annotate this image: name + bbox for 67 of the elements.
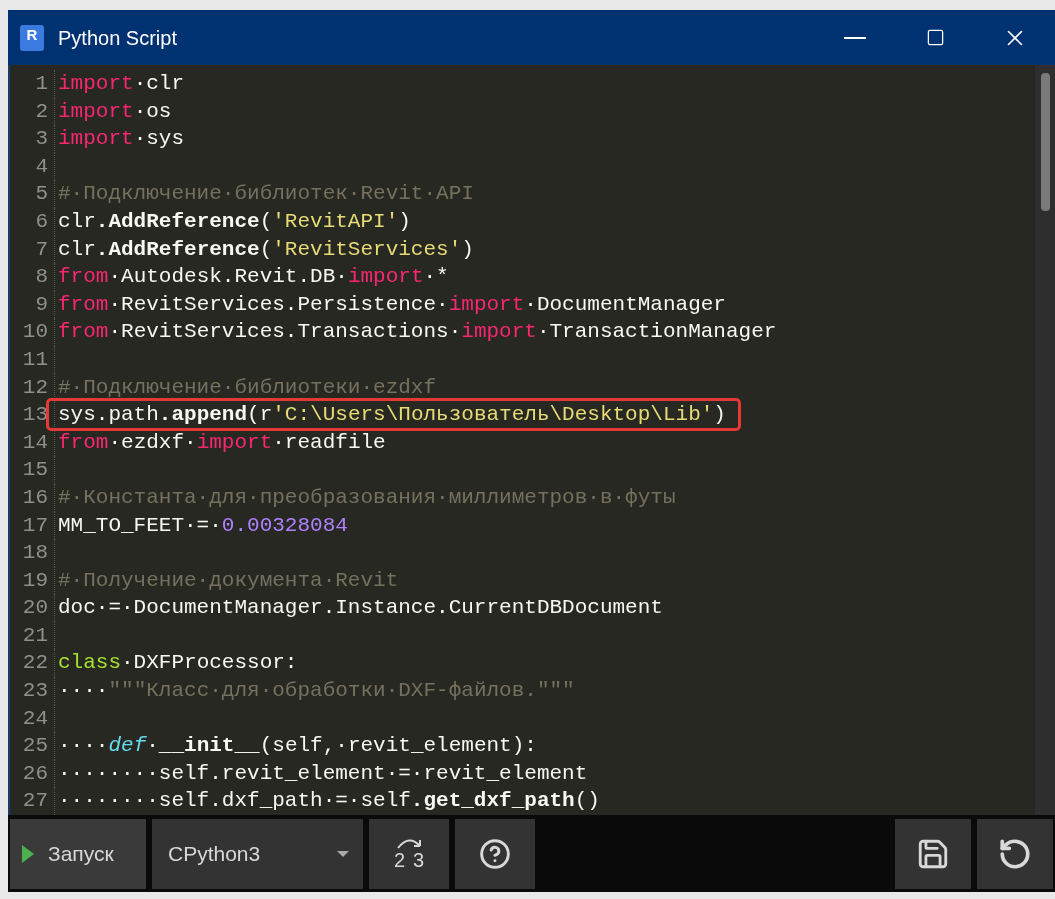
run-button[interactable]: Запуск bbox=[10, 818, 146, 889]
line-number: 26 bbox=[21, 760, 48, 787]
line-number: 1 bbox=[34, 71, 48, 97]
line-number: 27 bbox=[21, 788, 48, 815]
app-icon: R bbox=[20, 24, 44, 51]
code-line: import·sys bbox=[58, 126, 185, 153]
engine-switch-button[interactable]: 2 3 bbox=[369, 818, 449, 889]
line-number: 15 bbox=[21, 457, 48, 484]
play-icon bbox=[22, 844, 34, 863]
scrollbar-thumb[interactable] bbox=[1040, 73, 1050, 211]
line-number: 21 bbox=[21, 622, 48, 649]
code-line: from·ezdxf·import·readfile bbox=[58, 429, 386, 456]
code-line: import·os bbox=[58, 98, 172, 125]
code-line: from·RevitServices.Transactions·import·TransactionManager bbox=[58, 319, 777, 346]
line-number: 8 bbox=[34, 264, 48, 291]
line-number: 10 bbox=[21, 319, 48, 346]
dropdown-arrow-icon bbox=[337, 850, 349, 857]
code-line: MM_TO_FEET·=·0.00328084 bbox=[58, 512, 348, 539]
line-number: 4 bbox=[34, 153, 48, 180]
line-number: 17 bbox=[21, 512, 48, 539]
code-line: import·clr bbox=[58, 71, 185, 97]
version-digit: 2 bbox=[393, 848, 405, 871]
code-line: ····def·__init__(self,·revit_element): bbox=[58, 733, 537, 760]
code-line: doc·=·DocumentManager.Instance.CurrentDBDocument bbox=[58, 595, 663, 622]
code-line: ····"""Класс·для·обработки·DXF-файлов.""" bbox=[58, 678, 575, 705]
line-number: 2 bbox=[34, 98, 48, 125]
save-button[interactable] bbox=[895, 818, 971, 889]
line-number: 14 bbox=[21, 429, 48, 456]
code-line: #·Получение·документа·Revit bbox=[58, 567, 399, 594]
code-line: #·Подключение·библиотек·Revit·API bbox=[58, 181, 474, 208]
line-number: 25 bbox=[21, 733, 48, 760]
line-number: 16 bbox=[21, 484, 48, 511]
line-number: 22 bbox=[21, 650, 48, 677]
reset-icon bbox=[998, 836, 1032, 871]
line-number: 11 bbox=[21, 346, 48, 373]
code-line: from·Autodesk.Revit.DB·import·* bbox=[58, 264, 449, 291]
line-number: 23 bbox=[21, 678, 48, 705]
minimize-icon bbox=[844, 36, 866, 39]
code-line: from·RevitServices.Persistence·import·DocumentManager bbox=[58, 291, 726, 318]
line-number: 5 bbox=[34, 181, 48, 208]
code-line: ········self.revit_element·=·revit_element bbox=[58, 760, 588, 787]
code-line: clr.AddReference('RevitServices') bbox=[58, 236, 474, 263]
code-line: #·Подключение·библиотеки·ezdxf bbox=[58, 374, 437, 401]
code-line: ········self.dxf_path·=·self.get_dxf_path() bbox=[58, 788, 600, 815]
line-number: 12 bbox=[21, 374, 48, 401]
code-line: sys.path.append(r'C:\Users\Пользователь\Desktop\Lib') bbox=[58, 401, 726, 428]
reset-button[interactable] bbox=[977, 818, 1053, 889]
line-number: 19 bbox=[21, 567, 48, 594]
scrollbar[interactable] bbox=[1035, 65, 1055, 815]
code-line: clr.AddReference('RevitAPI') bbox=[58, 208, 411, 235]
line-number: 24 bbox=[21, 705, 48, 732]
version-digit: 3 bbox=[413, 848, 425, 871]
window-title: Python Script bbox=[58, 25, 177, 51]
help-button[interactable] bbox=[455, 818, 535, 889]
line-number: 18 bbox=[21, 540, 48, 567]
line-number: 13 bbox=[21, 402, 48, 429]
line-number: 9 bbox=[34, 291, 48, 318]
code-line: class·DXFProcessor: bbox=[58, 650, 298, 677]
code-line: #·Константа·для·преобразования·миллиметров·в·футы bbox=[58, 484, 676, 511]
curved-arrow-icon bbox=[395, 836, 423, 849]
maximize-icon bbox=[925, 28, 945, 47]
line-number: 20 bbox=[21, 595, 48, 622]
line-number: 7 bbox=[34, 236, 48, 263]
line-number: 6 bbox=[34, 208, 48, 235]
engine-dropdown[interactable]: CPython3 bbox=[152, 818, 363, 889]
line-number: 3 bbox=[34, 126, 48, 153]
help-icon bbox=[479, 837, 511, 870]
